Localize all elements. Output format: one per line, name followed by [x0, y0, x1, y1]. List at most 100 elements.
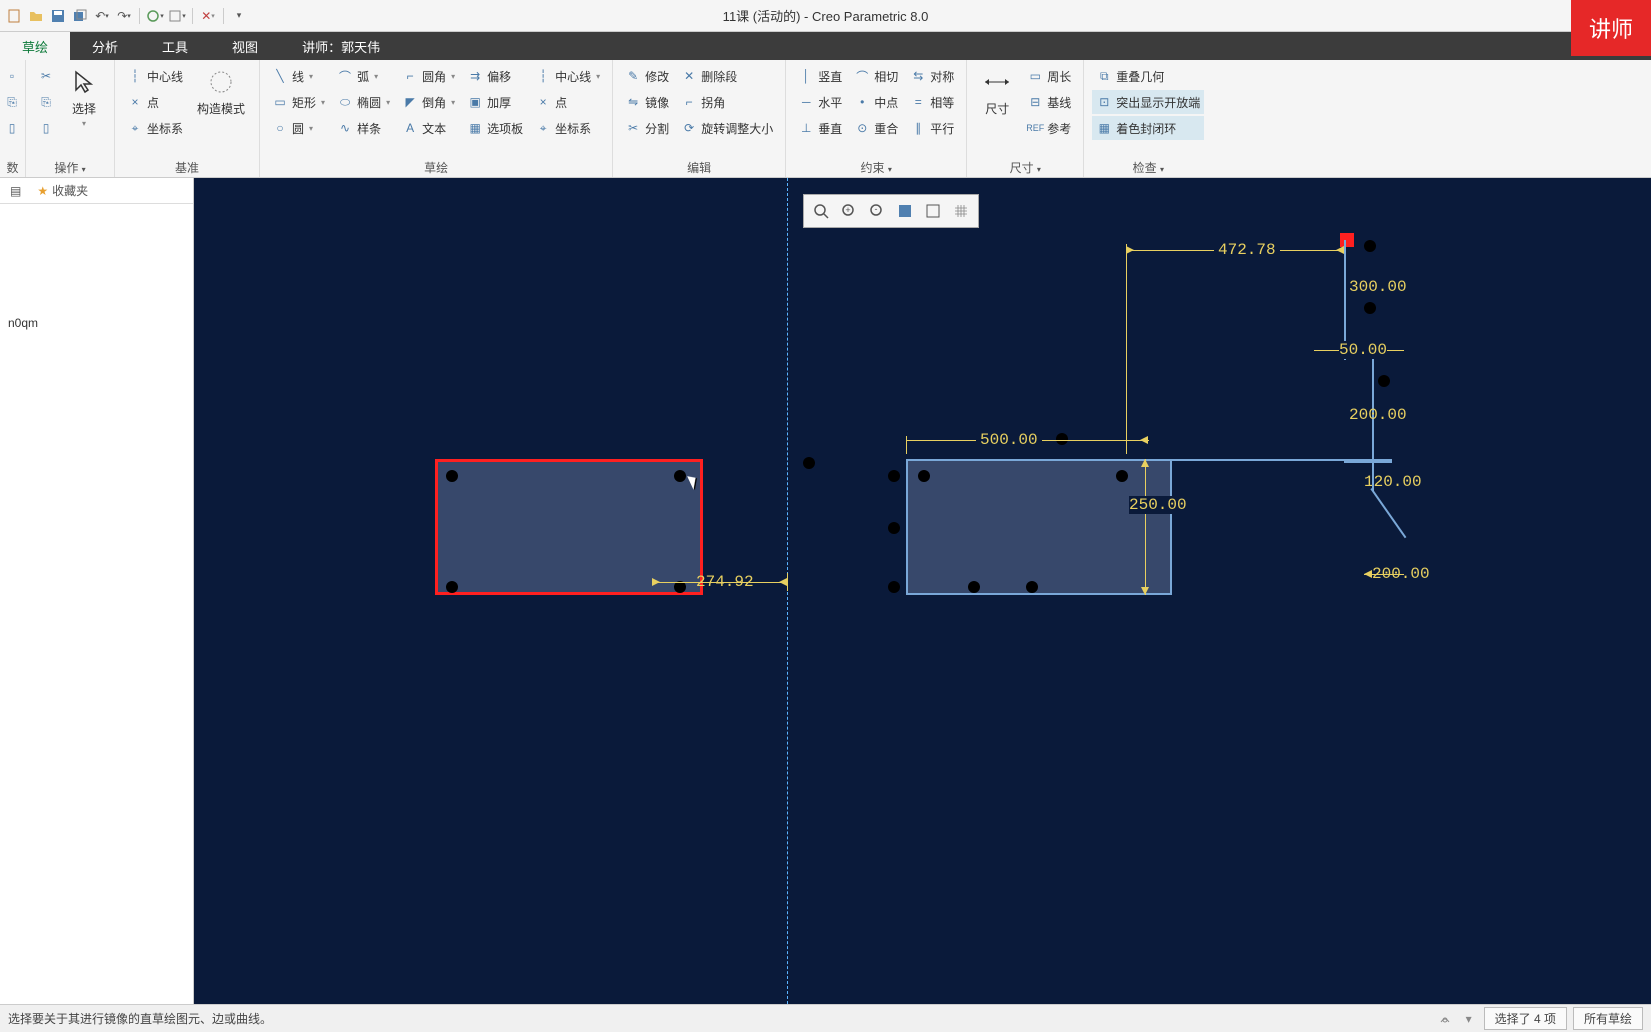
zoom-out-icon[interactable]: - — [864, 198, 890, 224]
delete-seg-button[interactable]: ✕删除段 — [677, 64, 777, 88]
perimeter-button[interactable]: ▭周长 — [1023, 64, 1075, 88]
sketch-point[interactable] — [1056, 433, 1068, 445]
sketch-point[interactable] — [446, 470, 458, 482]
zoom-in-icon[interactable]: + — [836, 198, 862, 224]
coincident-button[interactable]: ⊙重合 — [850, 116, 902, 140]
zoom-fit-icon[interactable] — [808, 198, 834, 224]
point2-button[interactable]: ×点 — [531, 90, 604, 114]
sketch-point[interactable] — [446, 581, 458, 593]
dimension-value[interactable]: 300.00 — [1349, 278, 1407, 296]
sketch-point[interactable] — [1364, 240, 1376, 252]
overlap-geom-button[interactable]: ⧉重叠几何 — [1092, 64, 1204, 88]
tab-instructor[interactable]: 讲师：郭天伟 — [280, 32, 402, 60]
dimension-value[interactable]: 500.00 — [976, 431, 1042, 449]
dimension-value[interactable]: 50.00 — [1339, 341, 1387, 359]
divide-button[interactable]: ✂分割 — [621, 116, 673, 140]
line-button[interactable]: ╲线▾ — [268, 64, 329, 88]
csys2-button[interactable]: ⌖坐标系 — [531, 116, 604, 140]
selection-filter[interactable]: 所有草绘 — [1573, 1007, 1643, 1030]
chamfer-button[interactable]: ◤倒角▾ — [398, 90, 459, 114]
dimension-value[interactable]: 200.00 — [1372, 565, 1430, 583]
display-style-icon[interactable] — [920, 198, 946, 224]
highlight-open-button[interactable]: ⊡突出显示开放端 — [1092, 90, 1204, 114]
centerline-button[interactable]: ┆中心线 — [123, 64, 187, 88]
baseline-button[interactable]: ⊟基线 — [1023, 90, 1075, 114]
sketch-point[interactable] — [918, 470, 930, 482]
tree-tab-favorites[interactable]: ★收藏夹 — [31, 180, 94, 201]
fillet-button[interactable]: ⌐圆角▾ — [398, 64, 459, 88]
palette-button[interactable]: ▦选项板 — [463, 116, 527, 140]
open-folder-icon[interactable] — [26, 6, 46, 26]
sketch-point[interactable] — [888, 522, 900, 534]
ellipse-button[interactable]: ⬭椭圆▾ — [333, 90, 394, 114]
sketch-point[interactable] — [1026, 581, 1038, 593]
midpoint-button[interactable]: •中点 — [850, 90, 902, 114]
find-icon[interactable] — [1436, 1010, 1454, 1028]
sketch-point[interactable] — [888, 470, 900, 482]
symmetric-button[interactable]: ⇆对称 — [906, 64, 958, 88]
tab-sketch[interactable]: 草绘 — [0, 32, 70, 60]
sketch-canvas[interactable]: + - 274.92 500. — [194, 178, 1651, 1004]
grid-icon[interactable] — [948, 198, 974, 224]
tangent-button[interactable]: ⌒相切 — [850, 64, 902, 88]
select-button[interactable]: 选择 ▾ — [62, 64, 106, 130]
paste-button[interactable]: ▯ — [2, 116, 22, 140]
new-file-icon[interactable] — [4, 6, 24, 26]
shade-closed-button[interactable]: ▦着色封闭环 — [1092, 116, 1204, 140]
cut-button[interactable]: ✂ — [34, 64, 58, 88]
paste2-button[interactable]: ▯ — [34, 116, 58, 140]
close-icon[interactable]: ✕▾ — [198, 6, 218, 26]
reference-button[interactable]: REF参考 — [1023, 116, 1075, 140]
mirror-button[interactable]: ⇋镜像 — [621, 90, 673, 114]
corner-button[interactable]: ⌐拐角 — [677, 90, 777, 114]
save-copy-icon[interactable] — [70, 6, 90, 26]
construct-mode-button[interactable]: 构造模式 — [191, 64, 251, 119]
sketch-line[interactable] — [1370, 488, 1406, 538]
undo-icon[interactable]: ↶▾ — [92, 6, 112, 26]
centerline2-button[interactable]: ┆中心线▾ — [531, 64, 604, 88]
rectangle-button[interactable]: ▭矩形▾ — [268, 90, 329, 114]
redo-icon[interactable]: ↷▾ — [114, 6, 134, 26]
dimension-button[interactable]: 尺寸 — [975, 64, 1019, 119]
parallel-button[interactable]: ∥平行 — [906, 116, 958, 140]
spline-button[interactable]: ∿样条 — [333, 116, 394, 140]
csys-button[interactable]: ⌖坐标系 — [123, 116, 187, 140]
sketch-point[interactable] — [1378, 375, 1390, 387]
tab-analysis[interactable]: 分析 — [70, 32, 140, 60]
get-data-button[interactable]: ▫ — [2, 64, 22, 88]
dimension-value[interactable]: 200.00 — [1349, 406, 1407, 424]
dimension-value[interactable]: 250.00 — [1129, 496, 1187, 514]
dimension-value[interactable]: 274.92 — [696, 573, 754, 591]
selection-count[interactable]: 选择了 4 项 — [1484, 1007, 1567, 1030]
qat-customize-icon[interactable]: ▾ — [229, 6, 249, 26]
copy2-button[interactable]: ⎘ — [34, 90, 58, 114]
selected-rectangle[interactable] — [435, 459, 703, 595]
copy-button[interactable]: ⎘ — [2, 90, 22, 114]
sketch-line[interactable] — [1372, 461, 1374, 491]
circle-button[interactable]: ○圆▾ — [268, 116, 329, 140]
vertical-button[interactable]: │竖直 — [794, 64, 846, 88]
locked-point[interactable] — [1340, 233, 1354, 247]
point-button[interactable]: ×点 — [123, 90, 187, 114]
regen-icon[interactable]: ▾ — [145, 6, 165, 26]
sketch-point[interactable] — [1364, 302, 1376, 314]
tab-tools[interactable]: 工具 — [140, 32, 210, 60]
filter-dropdown-icon[interactable]: ▾ — [1460, 1010, 1478, 1028]
horizontal-button[interactable]: ─水平 — [794, 90, 846, 114]
sketch-point[interactable] — [888, 581, 900, 593]
dimension-value[interactable]: 472.78 — [1214, 241, 1280, 259]
sketch-point[interactable] — [803, 457, 815, 469]
sketch-point[interactable] — [1116, 470, 1128, 482]
sketch-rectangle[interactable] — [906, 459, 1172, 595]
equal-button[interactable]: =相等 — [906, 90, 958, 114]
sketch-point[interactable] — [968, 581, 980, 593]
repaint-icon[interactable] — [892, 198, 918, 224]
offset-button[interactable]: ⇉偏移 — [463, 64, 527, 88]
windows-icon[interactable]: ▾ — [167, 6, 187, 26]
modify-button[interactable]: ✎修改 — [621, 64, 673, 88]
sketch-line[interactable] — [1344, 461, 1392, 463]
tree-item[interactable]: n0qm — [8, 312, 185, 334]
sketch-point[interactable] — [674, 470, 686, 482]
tree-tab-mixed[interactable]: ▤ — [4, 182, 27, 200]
text-button[interactable]: A文本 — [398, 116, 459, 140]
